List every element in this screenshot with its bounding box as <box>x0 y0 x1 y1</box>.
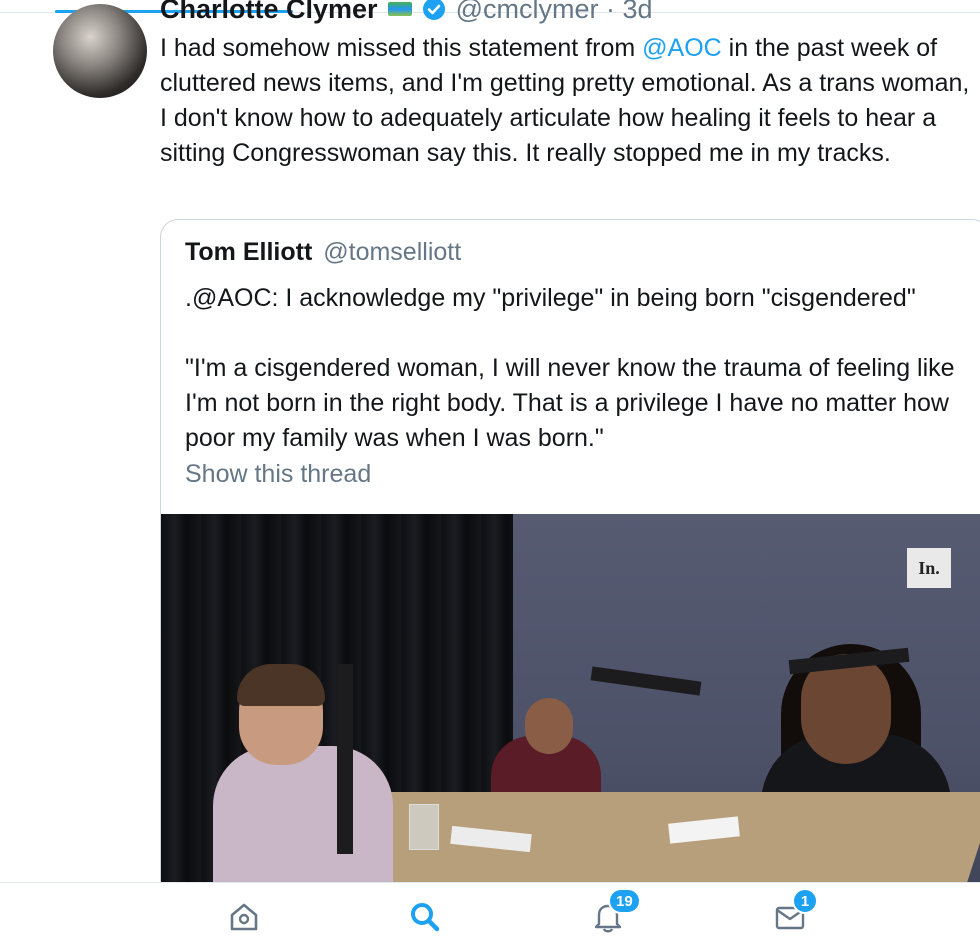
quoted-tweet-text: .@AOC: I acknowledge my "privilege" in b… <box>185 281 965 456</box>
bottom-tab-bar: 19 1 <box>0 882 980 947</box>
author-handle[interactable]: @cmclymer <box>456 0 599 24</box>
notifications-count-badge: 19 <box>608 888 641 914</box>
rainbow-flag-icon <box>387 2 412 16</box>
water-glass <box>409 804 439 850</box>
media-logo: In. <box>907 548 951 588</box>
home-icon <box>230 903 258 931</box>
tweet-time: · 3d <box>605 0 653 24</box>
quoted-author-name[interactable]: Tom Elliott <box>185 238 312 266</box>
show-thread-link[interactable]: Show this thread <box>185 460 371 489</box>
quoted-tweet-card[interactable]: Tom Elliott @tomselliott .@AOC: I acknow… <box>160 219 980 919</box>
tab-messages[interactable]: 1 <box>770 888 818 937</box>
messages-count-badge: 1 <box>792 888 818 914</box>
tab-search[interactable] <box>405 897 445 937</box>
tab-home[interactable] <box>224 897 264 937</box>
search-icon <box>411 903 440 932</box>
quoted-author-handle[interactable]: @tomselliott <box>323 238 461 266</box>
avatar[interactable] <box>53 4 147 98</box>
person-middle-head <box>525 698 573 754</box>
tweet-detail-screen: Charlotte Clymer @cmclymer · 3d I had so… <box>0 0 980 947</box>
quoted-tweet-header: Tom Elliott @tomselliott <box>185 238 461 267</box>
verified-badge-icon <box>422 0 445 20</box>
author-name[interactable]: Charlotte Clymer <box>160 0 378 25</box>
mention-link[interactable]: @AOC <box>642 34 722 62</box>
person-left-hair <box>237 664 325 706</box>
tweet-text: I had somehow missed this statement from… <box>160 31 970 171</box>
tweet-header: Charlotte Clymer @cmclymer · 3d <box>160 0 653 26</box>
microphone-stand-left <box>337 664 353 854</box>
quoted-text-line-1: .@AOC: I acknowledge my "privilege" in b… <box>185 284 916 312</box>
quoted-text-line-2: "I'm a cisgendered woman, I will never k… <box>185 354 955 452</box>
tweet-text-start: I had somehow missed this statement from <box>160 34 643 62</box>
tab-notifications[interactable]: 19 <box>588 888 641 937</box>
video-media[interactable]: In. <box>161 514 980 918</box>
author-handle-time: @cmclymer · 3d <box>456 0 653 25</box>
